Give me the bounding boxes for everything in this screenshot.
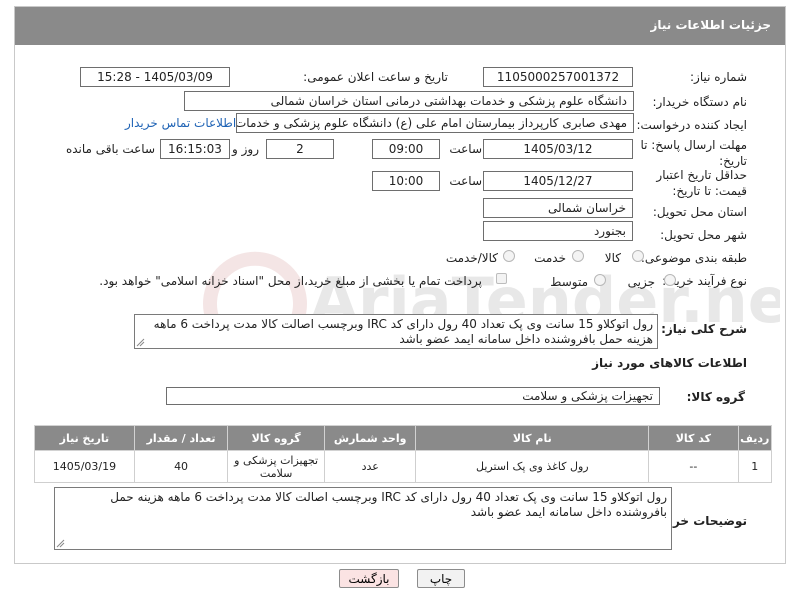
category-radio-goods[interactable]	[632, 250, 644, 262]
price-time-field: 10:00	[372, 171, 440, 191]
print-button[interactable]: چاپ	[417, 569, 465, 588]
cell-name: رول کاغذ وی پک استریل	[415, 450, 650, 483]
price-time-label: ساعت	[449, 174, 482, 188]
price-validity-label: حداقل تاریخ اعتبار قیمت: تا تاریخ:	[656, 168, 747, 198]
city-label: شهر محل تحویل:	[660, 228, 747, 242]
city-field: بجنورد	[483, 221, 633, 241]
reply-time-label: ساعت	[449, 142, 482, 156]
col-code: کد کالا	[648, 425, 739, 451]
general-desc-label: شرح کلی نیاز:	[661, 322, 747, 336]
category-label: طبقه بندی موضوعی:	[640, 251, 747, 265]
province-field: خراسان شمالی	[483, 198, 633, 218]
table-row: 1 -- رول کاغذ وی پک استریل عدد تجهیزات پ…	[34, 450, 773, 483]
need-number-field: 1105000257001372	[483, 67, 633, 87]
cell-row: 1	[737, 450, 773, 483]
requester-label: ایجاد کننده درخواست:	[636, 118, 747, 132]
back-button[interactable]: بازگشت	[339, 569, 399, 588]
col-quantity: تعداد / مقدار	[133, 425, 229, 451]
remaining-time-label: ساعت باقی مانده	[65, 142, 155, 156]
price-date-field: 1405/12/27	[483, 171, 633, 191]
category-option-goods-service: کالا/خدمت	[445, 251, 498, 265]
treasury-payment-checkbox[interactable]	[496, 273, 507, 284]
category-radio-service[interactable]	[572, 250, 584, 262]
col-group: گروه کالا	[227, 425, 325, 451]
category-option-goods: کالا	[604, 251, 621, 265]
category-option-service: خدمت	[534, 251, 566, 265]
days-remaining-field: 2	[266, 139, 334, 159]
goods-section-title: اطلاعات کالاهای مورد نیاز	[592, 356, 747, 370]
buyer-org-field: دانشگاه علوم پزشکی و خدمات بهداشتی درمان…	[184, 91, 634, 111]
buyer-notes-text: رول اتوکلاو 15 سانت وی پک تعداد 40 رول د…	[54, 487, 672, 550]
items-table: ردیف کد کالا نام کالا واحد شمارش گروه کا…	[34, 425, 773, 483]
general-desc-text: رول اتوکلاو 15 سانت وی پک تعداد 40 رول د…	[134, 314, 658, 349]
resize-grip-icon[interactable]	[56, 539, 65, 548]
treasury-payment-note: پرداخت تمام یا بخشی از مبلغ خرید،از محل …	[99, 274, 482, 288]
col-unit: واحد شمارش	[323, 425, 417, 451]
panel-title: جزئیات اطلاعات نیاز	[15, 7, 785, 45]
goods-group-field: تجهیزات پزشکی و سلامت	[166, 387, 660, 405]
reply-time-field: 09:00	[372, 139, 440, 159]
buyer-org-label: نام دستگاه خریدار:	[652, 95, 748, 109]
province-label: استان محل تحویل:	[652, 205, 747, 219]
cell-code: --	[648, 450, 739, 483]
need-number-label: شماره نیاز:	[690, 70, 747, 84]
col-name: نام کالا	[415, 425, 650, 451]
process-option-medium: متوسط	[550, 275, 588, 289]
cell-unit: عدد	[323, 450, 417, 483]
resize-grip-icon[interactable]	[136, 338, 145, 347]
category-radio-goods-service[interactable]	[503, 250, 515, 262]
reply-deadline-label: مهلت ارسال پاسخ: تا تاریخ:	[640, 138, 747, 168]
process-radio-medium[interactable]	[594, 274, 606, 286]
requester-field: مهدی صابری کارپرداز بیمارستان امام علی (…	[236, 113, 634, 133]
cell-need-date: 1405/03/19	[34, 450, 135, 483]
col-need-date: تاریخ نیاز	[34, 425, 135, 451]
days-label: روز و	[232, 142, 259, 156]
col-row: ردیف	[737, 425, 773, 451]
table-header-row: ردیف کد کالا نام کالا واحد شمارش گروه کا…	[34, 425, 773, 451]
process-radio-minor[interactable]	[664, 274, 676, 286]
process-option-minor: جزیی	[627, 275, 655, 289]
announce-label: تاریخ و ساعت اعلان عمومی:	[303, 70, 448, 84]
contact-info-link[interactable]: اطلاعات تماس خریدار	[125, 116, 236, 130]
announce-field: 1405/03/09 - 15:28	[80, 67, 230, 87]
cell-group: تجهیزات پزشکی و سلامت	[227, 450, 325, 483]
reply-date-field: 1405/03/12	[483, 139, 633, 159]
cell-quantity: 40	[133, 450, 229, 483]
remaining-time-field: 16:15:03	[160, 139, 230, 159]
goods-group-label: گروه کالا:	[686, 390, 745, 404]
